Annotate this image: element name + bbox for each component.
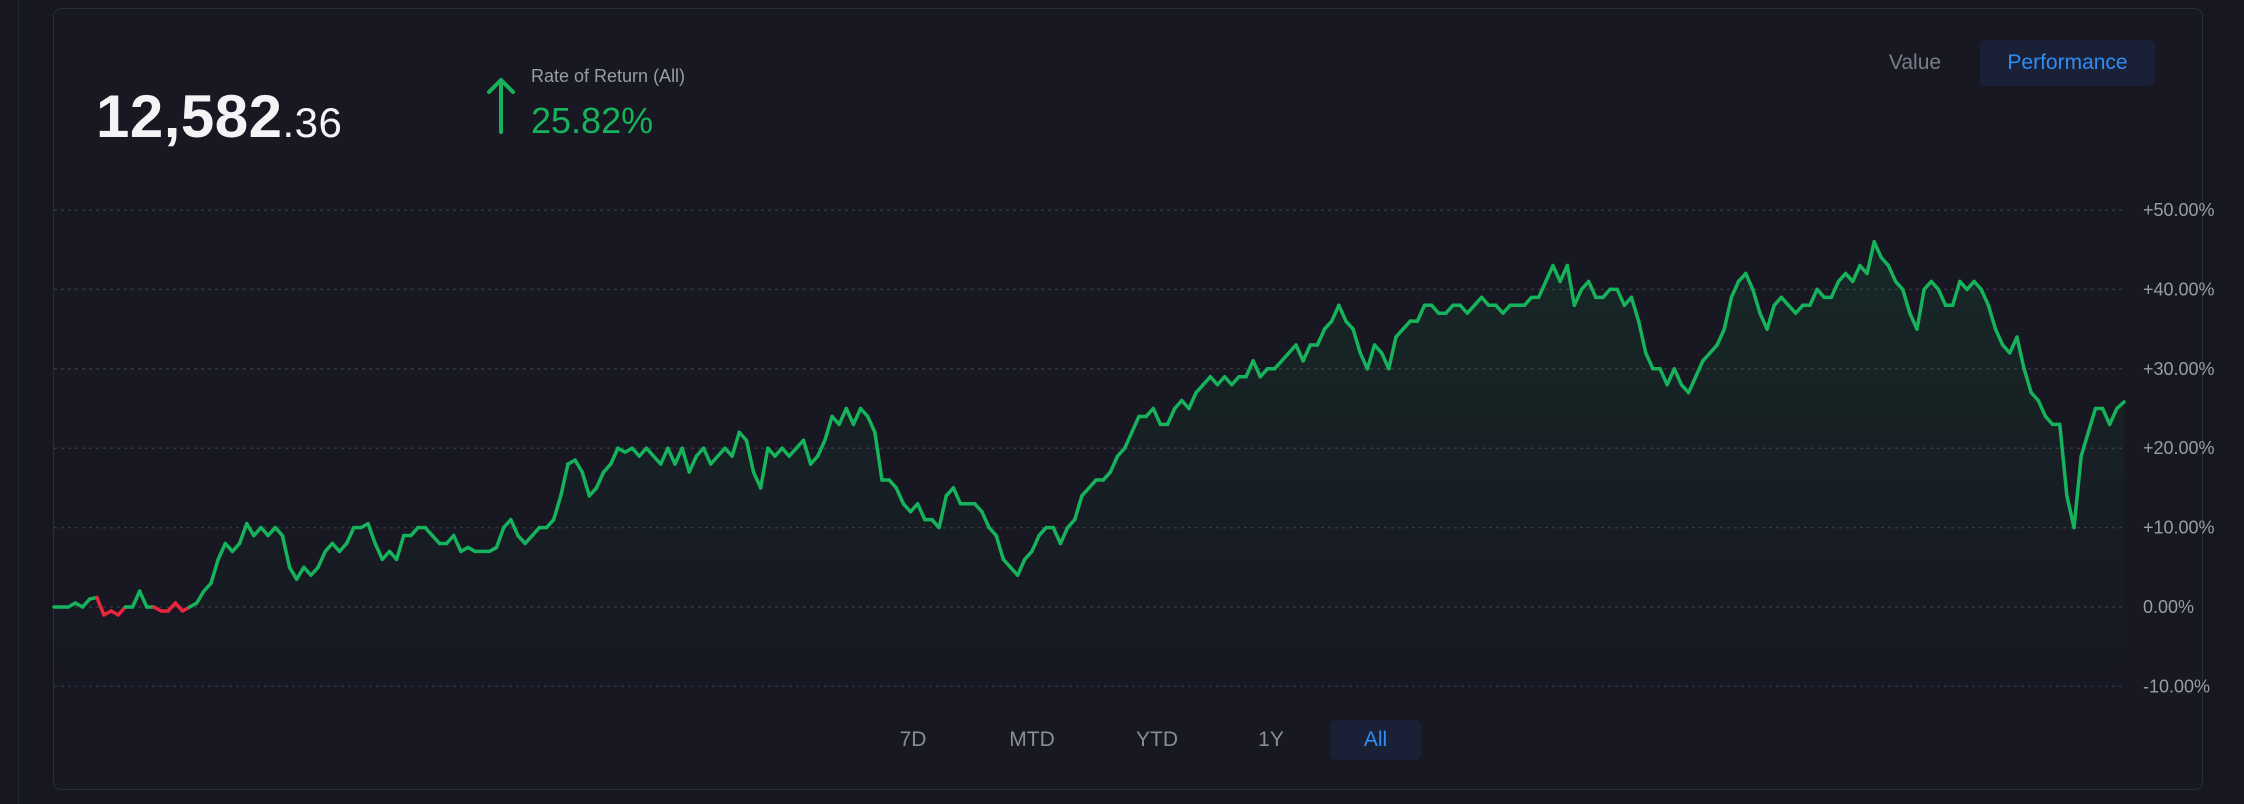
range-7d[interactable]: 7D <box>880 720 946 760</box>
y-tick-label: +10.00% <box>2143 518 2215 538</box>
range-ytd[interactable]: YTD <box>1118 720 1196 760</box>
range-mtd[interactable]: MTD <box>993 720 1071 760</box>
area-fill <box>54 241 2124 683</box>
range-1y[interactable]: 1Y <box>1238 720 1304 760</box>
y-tick-label: +30.00% <box>2143 359 2215 379</box>
y-tick-label: +50.00% <box>2143 200 2215 220</box>
y-tick-label: -10.00% <box>2143 676 2210 696</box>
y-tick-label: +20.00% <box>2143 438 2215 458</box>
performance-chart: +50.00% +40.00% +30.00% +20.00% +10.00% 0.00%… <box>52 200 2215 696</box>
y-tick-label: +40.00% <box>2143 279 2215 299</box>
y-tick-label: 0.00% <box>2143 597 2194 617</box>
range-all[interactable]: All <box>1330 720 1421 760</box>
